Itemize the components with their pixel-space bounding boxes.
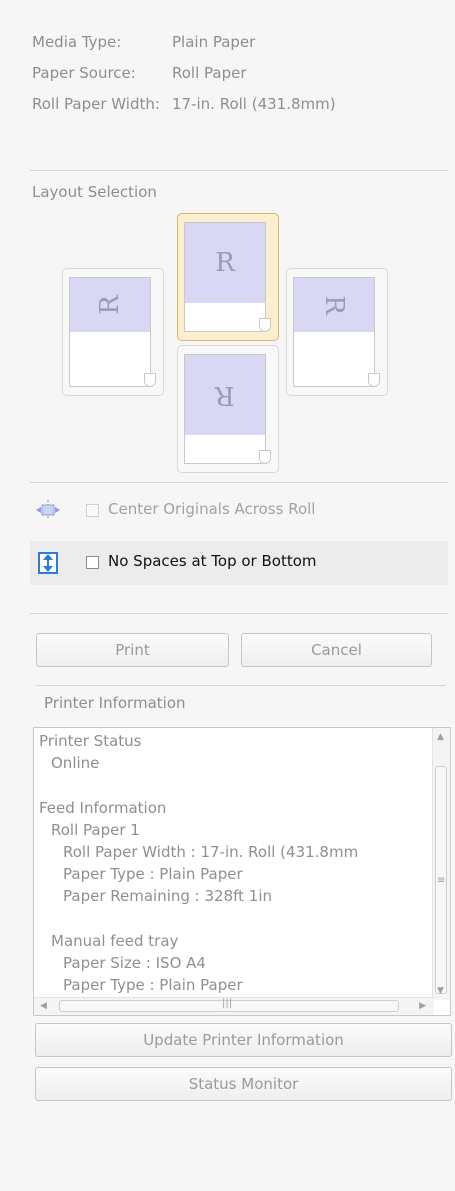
printer-info-line: Feed Information bbox=[39, 798, 167, 817]
roll-width-label: Roll Paper Width: bbox=[32, 95, 160, 113]
scroll-thumb-vertical[interactable]: ≡ bbox=[435, 766, 447, 994]
layout-glyph: R bbox=[318, 295, 349, 315]
printer-info-line: Paper Size : ISO A4 bbox=[63, 954, 206, 972]
layout-left-rotate[interactable]: R bbox=[62, 268, 164, 396]
media-type-value: Plain Paper bbox=[172, 33, 256, 51]
printer-info-line: Roll Paper Width : 17-in. Roll (431.8mm bbox=[63, 843, 359, 861]
grip-icon: ||| bbox=[222, 998, 233, 1009]
roll-width-value: 17-in. Roll (431.8mm) bbox=[172, 95, 336, 113]
printer-info-line: Manual feed tray bbox=[51, 931, 179, 950]
scroll-right-icon[interactable]: ▶ bbox=[419, 1001, 426, 1011]
layout-glyph: R bbox=[215, 248, 235, 278]
no-spaces-option[interactable]: No Spaces at Top or Bottom bbox=[30, 541, 448, 585]
printer-info-line: Paper Remaining : 328ft 1in bbox=[63, 887, 273, 906]
printer-info-line: Paper Type : Plain Paper bbox=[63, 865, 243, 884]
no-spaces-checkbox[interactable] bbox=[86, 556, 99, 569]
layout-right-rotate[interactable]: R bbox=[286, 268, 388, 396]
printer-info-line: Paper Type : Plain Paper bbox=[63, 976, 243, 995]
divider bbox=[36, 685, 446, 686]
printer-info-line: Online bbox=[51, 754, 100, 773]
status-monitor-button[interactable]: Status Monitor bbox=[35, 1067, 452, 1101]
no-spaces-label: No Spaces at Top or Bottom bbox=[108, 552, 317, 570]
update-printer-information-button[interactable]: Update Printer Information bbox=[35, 1023, 452, 1057]
printer-info-line: Printer Status bbox=[39, 732, 142, 750]
center-originals-icon bbox=[36, 500, 60, 520]
printer-information-box[interactable]: Printer Status Online Feed Information Roll… bbox=[33, 727, 451, 1016]
layout-selection-title: Layout Selection bbox=[32, 183, 157, 201]
grip-icon: ≡ bbox=[437, 875, 446, 886]
divider bbox=[30, 482, 448, 483]
media-type-label: Media Type: bbox=[32, 33, 122, 51]
cancel-button[interactable]: Cancel bbox=[241, 633, 432, 667]
horizontal-scrollbar[interactable]: ◀ ||| ▶ bbox=[34, 997, 434, 1015]
divider bbox=[30, 613, 448, 614]
layout-glyph: R bbox=[94, 295, 125, 315]
print-button[interactable]: Print bbox=[36, 633, 229, 667]
scroll-left-icon[interactable]: ◀ bbox=[40, 1001, 47, 1011]
layout-glyph: R bbox=[215, 380, 235, 410]
paper-source-label: Paper Source: bbox=[32, 64, 136, 82]
scroll-down-icon[interactable]: ▼ bbox=[437, 986, 444, 996]
vertical-scrollbar[interactable]: ▲ ≡ ▼ bbox=[432, 728, 450, 1000]
printer-info-line: Roll Paper 1 bbox=[51, 820, 140, 839]
layout-normal[interactable]: R bbox=[177, 213, 279, 341]
layout-upside-down[interactable]: R bbox=[177, 345, 279, 473]
center-originals-checkbox[interactable] bbox=[86, 504, 99, 517]
paper-source-value: Roll Paper bbox=[172, 64, 247, 82]
divider bbox=[30, 170, 448, 171]
scroll-thumb-horizontal[interactable]: ||| bbox=[59, 998, 399, 1012]
printer-information-title: Printer Information bbox=[44, 694, 186, 712]
center-originals-label: Center Originals Across Roll bbox=[108, 500, 316, 518]
no-spaces-icon bbox=[38, 552, 58, 574]
scroll-up-icon[interactable]: ▲ bbox=[437, 732, 444, 742]
